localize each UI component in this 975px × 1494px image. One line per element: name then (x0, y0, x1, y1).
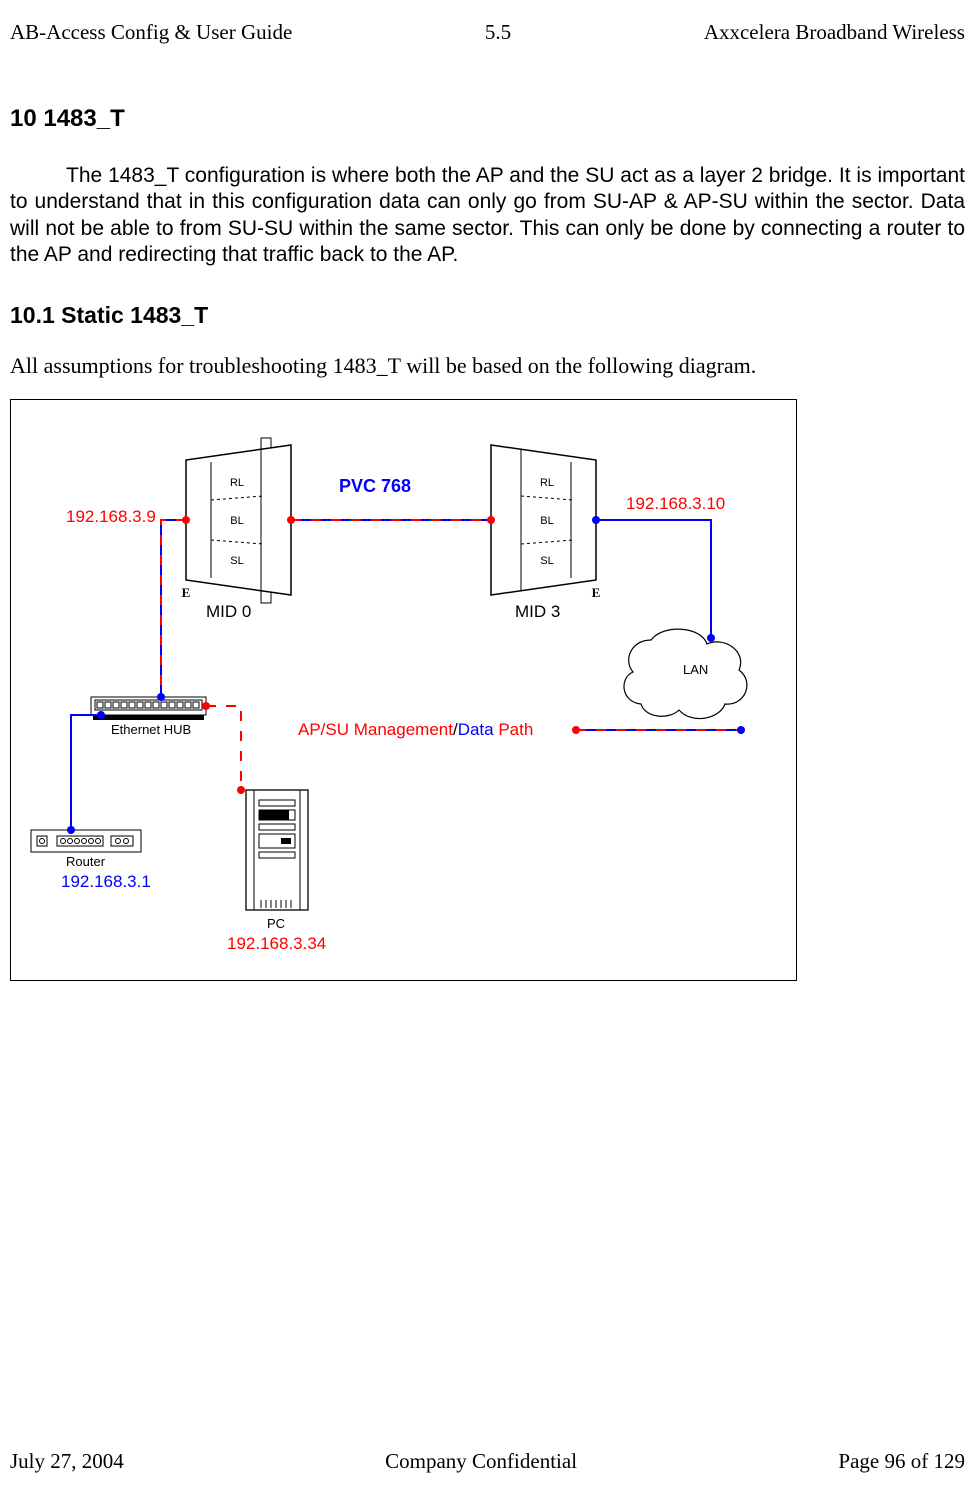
header-right: Axxcelera Broadband Wireless (704, 20, 965, 45)
mgmt-label-post: Path (494, 720, 534, 739)
pc-label: PC (267, 916, 285, 931)
section-heading: 10 1483_T (10, 105, 965, 133)
su-node: RL BL SL (491, 445, 596, 595)
mid0-label: MID 0 (206, 602, 251, 622)
ap-ip-label: 192.168.3.9 (66, 507, 156, 527)
header-center: 5.5 (485, 20, 511, 45)
subsection-text: All assumptions for troubleshooting 1483… (10, 353, 965, 379)
subsection-heading: 10.1 Static 1483_T (10, 302, 965, 329)
mgmt-label-data: Data (458, 720, 494, 739)
su-port-e: E (592, 585, 601, 600)
mgmt-label-pre: AP/SU Management (298, 720, 453, 739)
intro-paragraph-text: The 1483_T configuration is where both t… (10, 164, 965, 266)
su-layer-bl: BL (540, 515, 553, 527)
su-ip-label: 192.168.3.10 (626, 494, 725, 514)
ap-node: RL BL SL (186, 438, 291, 603)
hub-label: Ethernet HUB (111, 722, 191, 737)
router-node (31, 830, 141, 852)
router-label: Router (66, 854, 105, 869)
footer-left: July 27, 2004 (10, 1449, 124, 1474)
footer-center: Company Confidential (385, 1449, 577, 1474)
su-layer-sl: SL (540, 555, 553, 567)
pvc-label: PVC 768 (339, 476, 411, 497)
lan-label: LAN (683, 662, 708, 677)
ap-layer-bl: BL (230, 515, 243, 527)
pc-node (246, 790, 308, 910)
page-footer: July 27, 2004 Company Confidential Page … (0, 1449, 975, 1474)
network-diagram: RL BL SL E RL BL SL E (10, 399, 797, 981)
pc-ip-label: 192.168.3.34 (227, 934, 326, 954)
page-header: AB-Access Config & User Guide 5.5 Axxcel… (0, 20, 975, 45)
ap-layer-sl: SL (230, 555, 243, 567)
hub-node (91, 697, 206, 720)
ap-layer-rl: RL (230, 477, 244, 489)
header-left: AB-Access Config & User Guide (10, 20, 292, 45)
footer-right: Page 96 of 129 (838, 1449, 965, 1474)
su-layer-rl: RL (540, 477, 554, 489)
mid3-label: MID 3 (515, 602, 560, 622)
router-ip-label: 192.168.3.1 (61, 872, 151, 892)
intro-paragraph: The 1483_T configuration is where both t… (10, 163, 965, 268)
mgmt-path-label: AP/SU Management/Data Path (298, 720, 533, 740)
ap-port-e: E (182, 585, 191, 600)
